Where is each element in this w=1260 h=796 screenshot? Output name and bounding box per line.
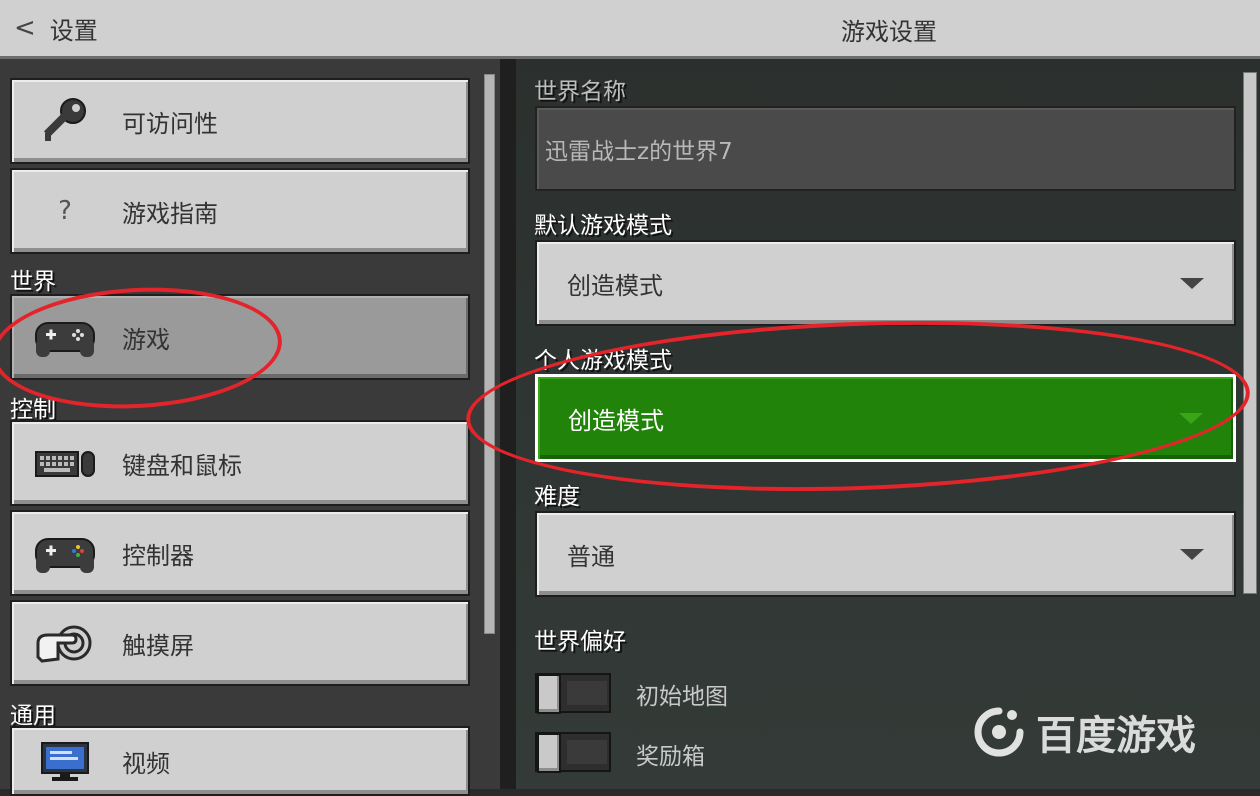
sidebar-item-accessibility[interactable]: 可访问性: [10, 78, 470, 164]
personal-game-mode-label: 个人游戏模式: [534, 348, 672, 374]
toggle-track: [567, 740, 607, 764]
sidebar-item-label: 游戏: [122, 325, 170, 354]
sidebar-item-label: 控制器: [122, 541, 194, 570]
sidebar-item-touch[interactable]: 触摸屏: [10, 600, 470, 686]
keyboard-mouse-icon: [32, 433, 98, 493]
dropdown-value: 创造模式: [568, 406, 664, 435]
panel-divider: [500, 59, 516, 789]
sidebar-item-keyboard-mouse[interactable]: 键盘和鼠标: [10, 420, 470, 506]
sidebar-item-controller[interactable]: 控制器: [10, 510, 470, 596]
sidebar-item-label: 游戏指南: [122, 199, 218, 228]
dropdown-value: 创造模式: [567, 271, 663, 300]
default-game-mode-dropdown[interactable]: 创造模式: [535, 240, 1236, 326]
gamepad-icon: [32, 307, 98, 367]
sidebar-item-label: 视频: [122, 749, 170, 778]
sidebar-item-label: 键盘和鼠标: [122, 451, 242, 480]
sidebar-item-label: 可访问性: [122, 109, 218, 138]
key-icon: [32, 91, 98, 151]
section-control-heading: 控制: [10, 397, 56, 423]
sidebar-scrollbar[interactable]: [484, 74, 495, 634]
toggle-knob: [537, 733, 561, 773]
settings-scrollbar[interactable]: [1243, 72, 1257, 594]
baidu-games-logo-icon: [974, 707, 1024, 757]
difficulty-label: 难度: [534, 484, 580, 510]
starting-map-toggle[interactable]: [535, 673, 611, 714]
difficulty-dropdown[interactable]: 普通: [535, 511, 1236, 597]
chevron-down-icon: [1179, 412, 1203, 424]
watermark-text: 百度游戏: [1036, 713, 1196, 759]
sidebar-item-video[interactable]: 视频: [10, 726, 470, 796]
monitor-icon: [32, 731, 98, 791]
watermark: 百度游戏: [972, 703, 1196, 761]
personal-game-mode-dropdown[interactable]: 创造模式: [535, 374, 1236, 462]
world-preferences-label: 世界偏好: [534, 629, 626, 655]
sidebar-item-game[interactable]: 游戏: [10, 294, 470, 380]
bonus-chest-toggle[interactable]: [535, 732, 611, 773]
toggle-knob: [537, 674, 561, 714]
question-icon: ?: [58, 196, 72, 226]
chevron-down-icon: [1180, 548, 1204, 560]
sidebar-item-how-to-play[interactable]: ? 游戏指南: [10, 168, 470, 254]
bonus-chest-label: 奖励箱: [636, 744, 705, 770]
sidebar-item-label: 触摸屏: [122, 631, 194, 660]
title-bar: < 设置 游戏设置: [0, 0, 1260, 59]
dropdown-value: 普通: [567, 542, 615, 571]
default-game-mode-label: 默认游戏模式: [534, 213, 672, 239]
starting-map-label: 初始地图: [636, 684, 728, 710]
world-name-input[interactable]: 迅雷战士z的世界7: [535, 106, 1236, 191]
world-name-label: 世界名称: [534, 79, 626, 105]
chevron-down-icon: [1180, 277, 1204, 289]
toggle-track: [567, 681, 607, 705]
section-general-heading: 通用: [10, 703, 56, 729]
touch-icon: [32, 613, 98, 673]
page-title: 游戏设置: [841, 18, 937, 46]
section-world-heading: 世界: [10, 269, 56, 295]
controller-icon: [32, 523, 98, 583]
